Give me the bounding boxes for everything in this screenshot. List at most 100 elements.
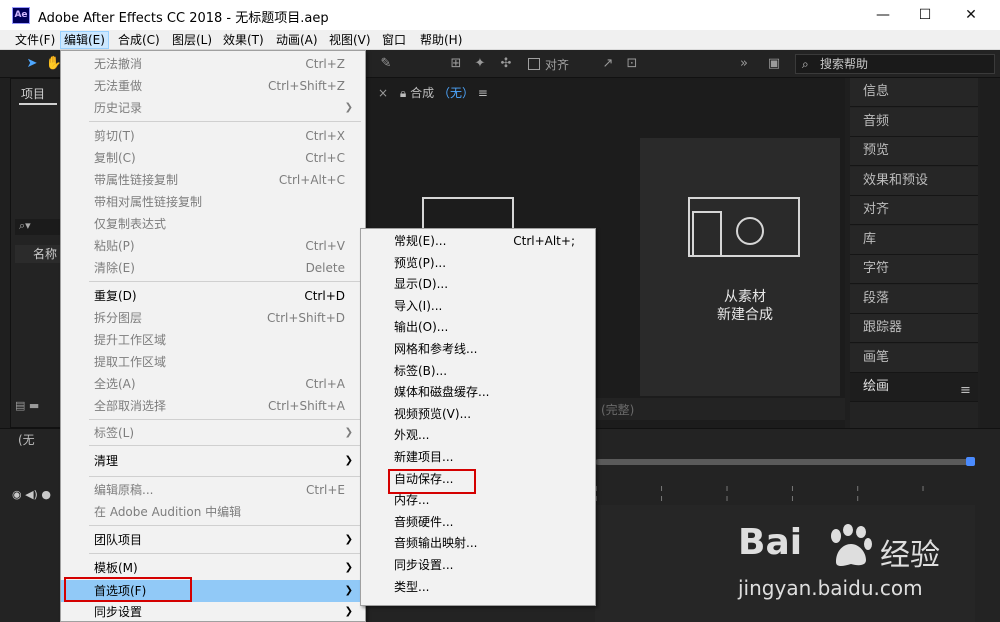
menu-team-project[interactable]: 团队项目 ❯ bbox=[61, 529, 365, 551]
pref-grids-guides[interactable]: 网格和参考线... bbox=[361, 339, 595, 361]
pref-output[interactable]: 输出(O)... bbox=[361, 317, 595, 339]
tab-menu-icon[interactable]: ≡ bbox=[478, 86, 488, 100]
menu-edit[interactable]: 编辑(E) bbox=[60, 31, 109, 49]
timeline-zoom-track[interactable] bbox=[595, 459, 970, 465]
pref-display[interactable]: 显示(D)... bbox=[361, 274, 595, 296]
panel-library[interactable]: 库 bbox=[850, 225, 978, 255]
menu-file[interactable]: 文件(F) bbox=[12, 31, 58, 49]
menu-clear[interactable]: 清除(E) Delete bbox=[61, 257, 365, 279]
pref-audio-hardware[interactable]: 音频硬件... bbox=[361, 512, 595, 534]
menu-label[interactable]: 标签(L) ❯ bbox=[61, 422, 365, 444]
menu-redo[interactable]: 无法重做 Ctrl+Shift+Z bbox=[61, 75, 365, 97]
panel-audio[interactable]: 音频 bbox=[850, 107, 978, 137]
pref-appearance[interactable]: 外观... bbox=[361, 425, 595, 447]
pref-audio-output-mapping[interactable]: 音频输出映射... bbox=[361, 533, 595, 555]
submenu-arrow-icon: ❯ bbox=[344, 562, 353, 573]
new-comp-line1: 从素材 bbox=[724, 289, 766, 305]
workspace-icon[interactable]: ▣ bbox=[764, 54, 784, 74]
pref-import[interactable]: 导入(I)... bbox=[361, 296, 595, 318]
project-search-input[interactable]: ⌕▾ bbox=[15, 219, 63, 235]
pref-new-project[interactable]: 新建项目... bbox=[361, 447, 595, 469]
frame-tool-icon[interactable]: ⊡ bbox=[622, 54, 642, 74]
menu-history[interactable]: 历史记录 ❯ bbox=[61, 97, 365, 119]
new-comp-from-footage-button[interactable] bbox=[640, 138, 840, 396]
menu-select-all-shortcut: Ctrl+A bbox=[305, 377, 345, 391]
roto-icon[interactable]: ✣ bbox=[496, 54, 516, 74]
panel-paragraph[interactable]: 段落 bbox=[850, 284, 978, 314]
panel-align[interactable]: 对齐 bbox=[850, 196, 978, 225]
menu-separator bbox=[89, 476, 361, 477]
menu-split-layer-shortcut: Ctrl+Shift+D bbox=[267, 311, 345, 325]
expand-icon[interactable]: » bbox=[734, 54, 754, 74]
menu-composition[interactable]: 合成(C) bbox=[115, 31, 163, 49]
snap-icon[interactable]: ⊞ bbox=[446, 54, 466, 74]
close-button[interactable]: ✕ bbox=[948, 0, 994, 30]
pref-sync-settings[interactable]: 同步设置... bbox=[361, 555, 595, 577]
selection-tool-icon[interactable]: ➤ bbox=[22, 54, 42, 74]
menu-templates[interactable]: 模板(M) ❯ bbox=[61, 557, 365, 579]
menu-separator bbox=[89, 121, 361, 122]
panel-info[interactable]: 信息 bbox=[850, 78, 978, 107]
menu-copy-expression-label: 仅复制表达式 bbox=[94, 217, 167, 231]
lock-icon[interactable]: 🔒︎ bbox=[400, 86, 406, 100]
menu-extract-work-area[interactable]: 提取工作区域 bbox=[61, 351, 365, 373]
menu-copy-with-links[interactable]: 带属性链接复制 Ctrl+Alt+C bbox=[61, 169, 365, 191]
align-checkbox[interactable] bbox=[528, 58, 540, 70]
menu-view[interactable]: 视图(V) bbox=[326, 31, 374, 49]
menu-effect[interactable]: 效果(T) bbox=[220, 31, 267, 49]
pref-media-disk-cache[interactable]: 媒体和磁盘缓存... bbox=[361, 382, 595, 404]
layer-switches-icons[interactable]: ◉ ◀) ● bbox=[12, 488, 51, 501]
pref-video-preview[interactable]: 视频预览(V)... bbox=[361, 404, 595, 426]
puppet-icon[interactable]: ✦ bbox=[470, 54, 490, 74]
menu-lift-work-area-label: 提升工作区域 bbox=[94, 333, 167, 347]
composition-tab[interactable]: × 🔒︎ 合成 （无） ≡ bbox=[378, 84, 488, 101]
panel-effects-presets[interactable]: 效果和预设 bbox=[850, 166, 978, 196]
project-footer-icons[interactable]: ▤ ▬ bbox=[11, 399, 63, 419]
menu-copy[interactable]: 复制(C) Ctrl+C bbox=[61, 147, 365, 169]
panel-brushes[interactable]: 画笔 bbox=[850, 343, 978, 373]
pin-tool-icon[interactable]: ✎ bbox=[376, 54, 396, 74]
menu-edit-in-audition[interactable]: 在 Adobe Audition 中编辑 bbox=[61, 501, 365, 523]
menu-help[interactable]: 帮助(H) bbox=[417, 31, 465, 49]
menu-split-layer[interactable]: 拆分图层 Ctrl+Shift+D bbox=[61, 307, 365, 329]
pref-type[interactable]: 类型... bbox=[361, 577, 595, 599]
menu-paste[interactable]: 粘贴(P) Ctrl+V bbox=[61, 235, 365, 257]
timeline-zoom-handle[interactable] bbox=[966, 457, 975, 466]
menu-purge[interactable]: 清理 ❯ bbox=[61, 450, 365, 472]
menu-copy-relative-links[interactable]: 带相对属性链接复制 bbox=[61, 191, 365, 213]
edit-menu-dropdown: 无法撤消 Ctrl+Z 无法重做 Ctrl+Shift+Z 历史记录 ❯ 剪切(T) C… bbox=[60, 50, 366, 622]
panel-character[interactable]: 字符 bbox=[850, 255, 978, 284]
pref-previews[interactable]: 预览(P)... bbox=[361, 253, 595, 275]
minimize-button[interactable]: — bbox=[860, 0, 906, 30]
pref-general[interactable]: 常规(E)... Ctrl+Alt+; bbox=[361, 231, 595, 253]
help-search-input[interactable]: ⌕ 搜索帮助 bbox=[795, 54, 995, 74]
menu-window[interactable]: 窗口 bbox=[379, 31, 409, 49]
maximize-button[interactable]: ☐ bbox=[902, 0, 948, 30]
right-panel-scrollbar[interactable] bbox=[980, 78, 1000, 428]
tab-close-icon[interactable]: × bbox=[378, 86, 388, 100]
pref-labels[interactable]: 标签(B)... bbox=[361, 361, 595, 383]
panel-preview[interactable]: 预览 bbox=[850, 137, 978, 166]
menu-animation[interactable]: 动画(A) bbox=[273, 31, 321, 49]
resolution-select[interactable]: (完整) bbox=[601, 401, 634, 418]
menu-cut[interactable]: 剪切(T) Ctrl+X bbox=[61, 125, 365, 147]
paint-panel-menu-icon[interactable]: ≡ bbox=[960, 383, 971, 398]
submenu-arrow-icon: ❯ bbox=[344, 606, 353, 617]
menu-select-all[interactable]: 全选(A) Ctrl+A bbox=[61, 373, 365, 395]
menu-duplicate[interactable]: 重复(D) Ctrl+D bbox=[61, 285, 365, 307]
panel-tracker[interactable]: 跟踪器 bbox=[850, 314, 978, 343]
menu-layer[interactable]: 图层(L) bbox=[169, 31, 215, 49]
menu-undo[interactable]: 无法撤消 Ctrl+Z bbox=[61, 53, 365, 75]
timeline-tab[interactable]: (无 bbox=[18, 431, 35, 448]
panel-paint[interactable]: 绘画 bbox=[850, 373, 978, 402]
arrow-tool-icon[interactable]: ↗ bbox=[598, 54, 618, 74]
menu-undo-shortcut: Ctrl+Z bbox=[305, 57, 345, 71]
project-name-column[interactable]: 名称 bbox=[15, 245, 63, 263]
menu-deselect-all[interactable]: 全部取消选择 Ctrl+Shift+A bbox=[61, 395, 365, 417]
menu-copy-expression[interactable]: 仅复制表达式 bbox=[61, 213, 365, 235]
menu-sync-settings[interactable]: 同步设置 ❯ bbox=[61, 601, 365, 622]
project-tab[interactable]: 项目 bbox=[21, 85, 45, 102]
menu-lift-work-area[interactable]: 提升工作区域 bbox=[61, 329, 365, 351]
right-panels: 信息 音频 预览 效果和预设 对齐 库 字符 段落 跟踪器 画笔 绘画 ≡ bbox=[850, 78, 978, 428]
menu-edit-original[interactable]: 编辑原稿... Ctrl+E bbox=[61, 479, 365, 501]
